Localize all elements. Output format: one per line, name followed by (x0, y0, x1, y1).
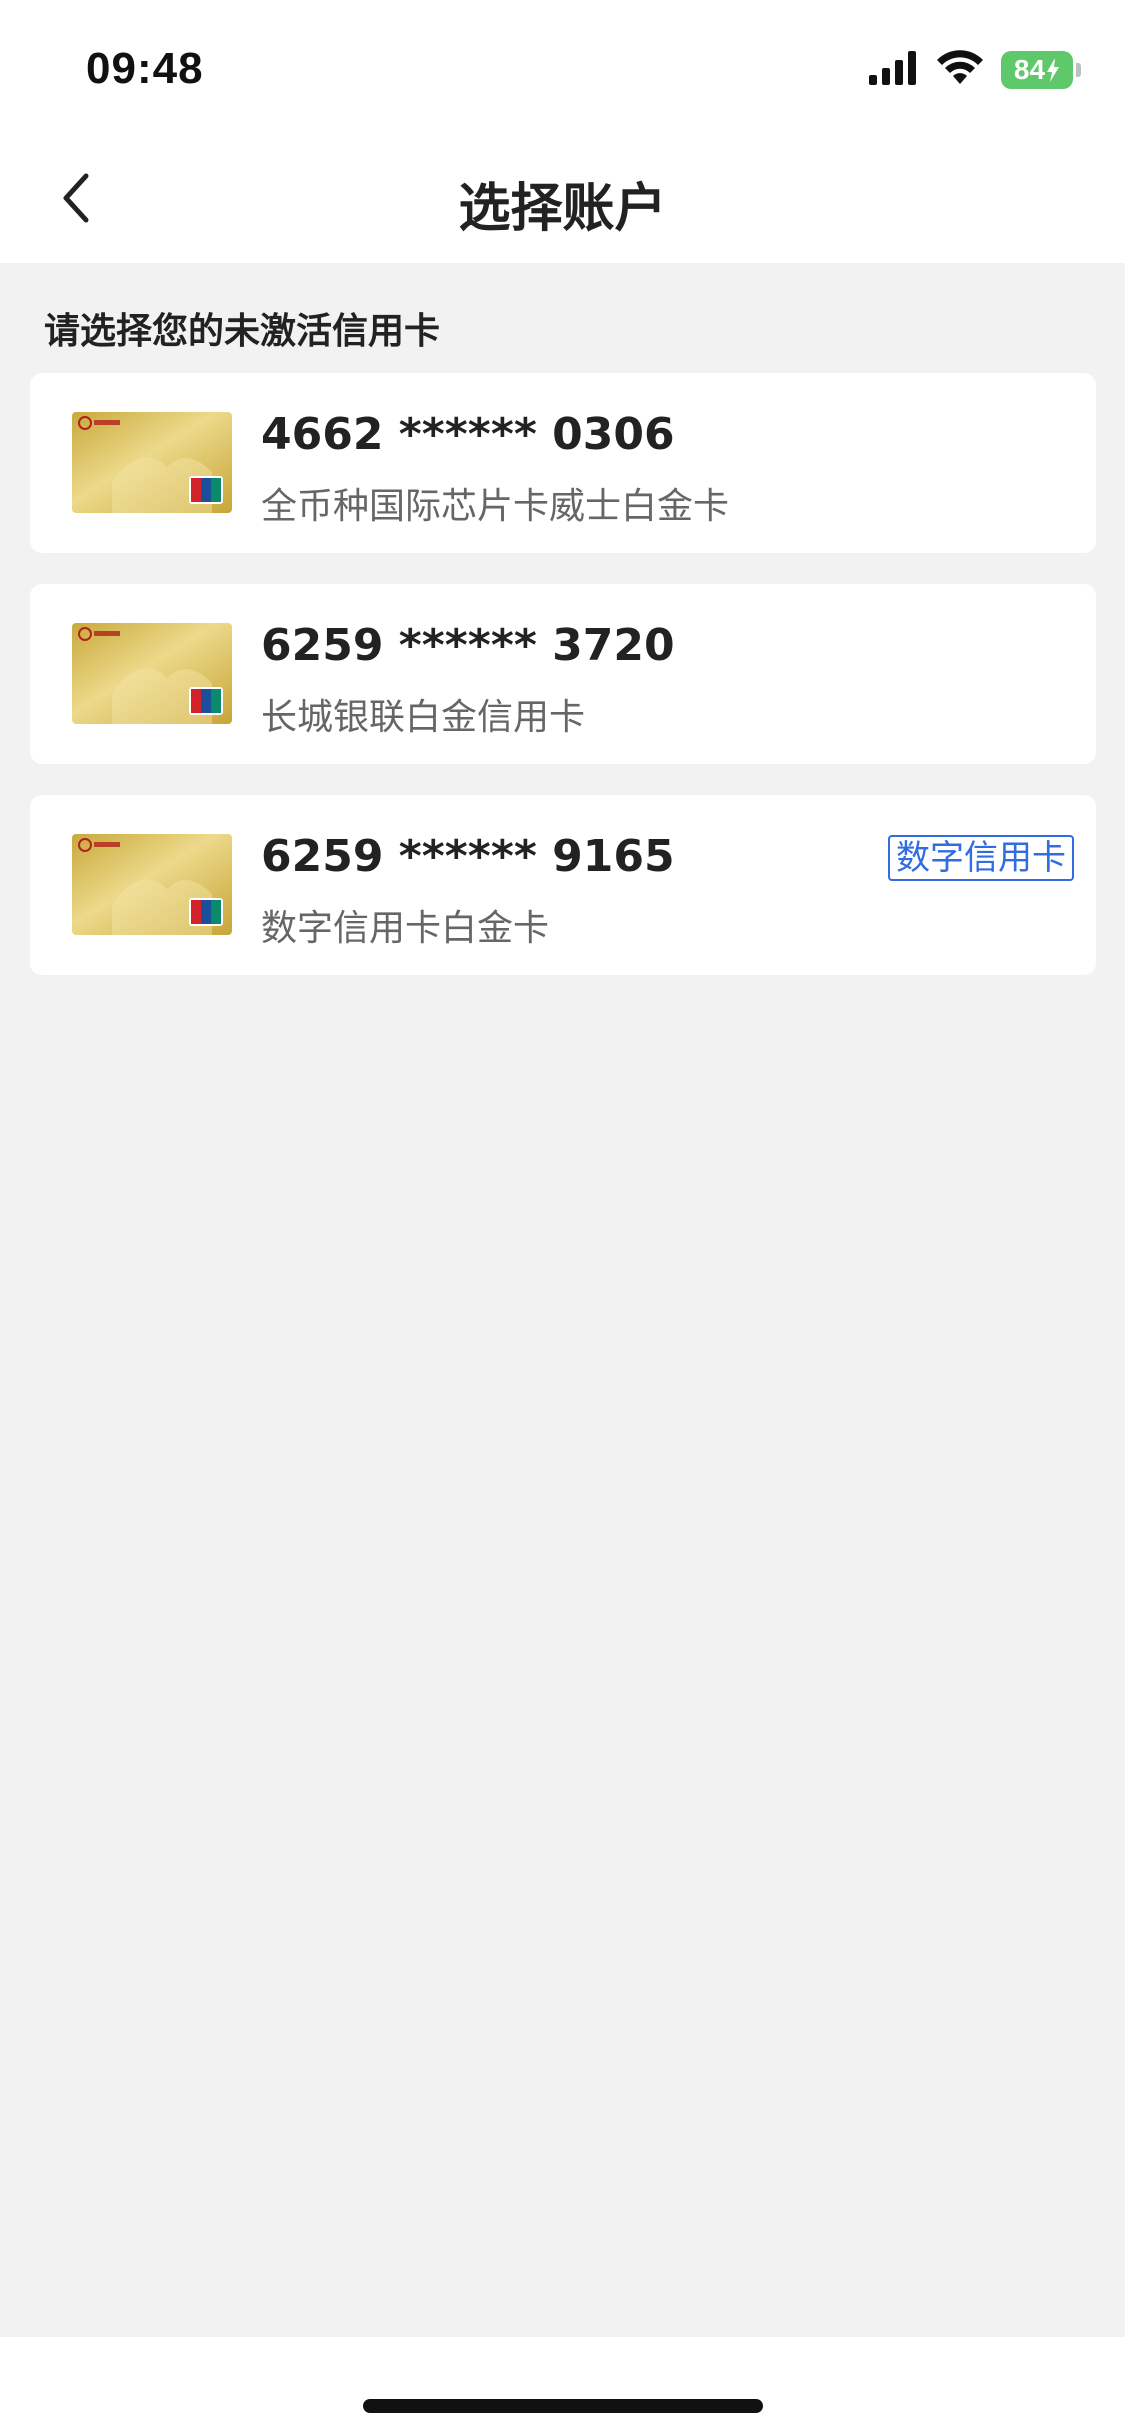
card-image (72, 834, 232, 935)
card-number: 4662 ****** 0306 (261, 409, 675, 460)
section-label: 请选择您的未激活信用卡 (44, 311, 441, 352)
card-name: 长城银联白金信用卡 (261, 697, 586, 738)
page-title: 选择账户 (458, 179, 667, 239)
nav-bar: 选择账户 (0, 140, 1125, 263)
card-list-item[interactable]: 6259 ****** 3720 长城银联白金信用卡 (30, 584, 1096, 764)
status-bar: 09:48 84 (0, 0, 1125, 140)
wifi-icon (937, 50, 983, 90)
card-list-item[interactable]: 4662 ****** 0306 全币种国际芯片卡威士白金卡 (30, 373, 1096, 553)
select-account-screen: 09:48 84 选择账户 请选择您的未激活信用卡 4662 ****** 03… (0, 0, 1125, 2435)
card-name: 全币种国际芯片卡威士白金卡 (261, 486, 730, 527)
charging-icon (1046, 58, 1060, 82)
header-area: 09:48 84 选择账户 (0, 0, 1125, 263)
card-number: 6259 ****** 9165 (261, 831, 675, 882)
card-number: 6259 ****** 3720 (261, 620, 675, 671)
card-image (72, 623, 232, 724)
battery-cap (1076, 63, 1081, 77)
bottom-bar (0, 2337, 1125, 2435)
card-image (72, 412, 232, 513)
digital-card-badge: 数字信用卡 (888, 835, 1074, 881)
card-name: 数字信用卡白金卡 (261, 908, 550, 949)
status-time: 09:48 (86, 44, 204, 93)
home-indicator[interactable] (363, 2399, 763, 2413)
battery-icon: 84 (1001, 51, 1081, 89)
status-icons: 84 (869, 48, 1081, 92)
card-list-item[interactable]: 6259 ****** 9165 数字信用卡白金卡 数字信用卡 (30, 795, 1096, 975)
battery-level: 84 (1013, 54, 1046, 85)
signal-icon (869, 51, 919, 89)
